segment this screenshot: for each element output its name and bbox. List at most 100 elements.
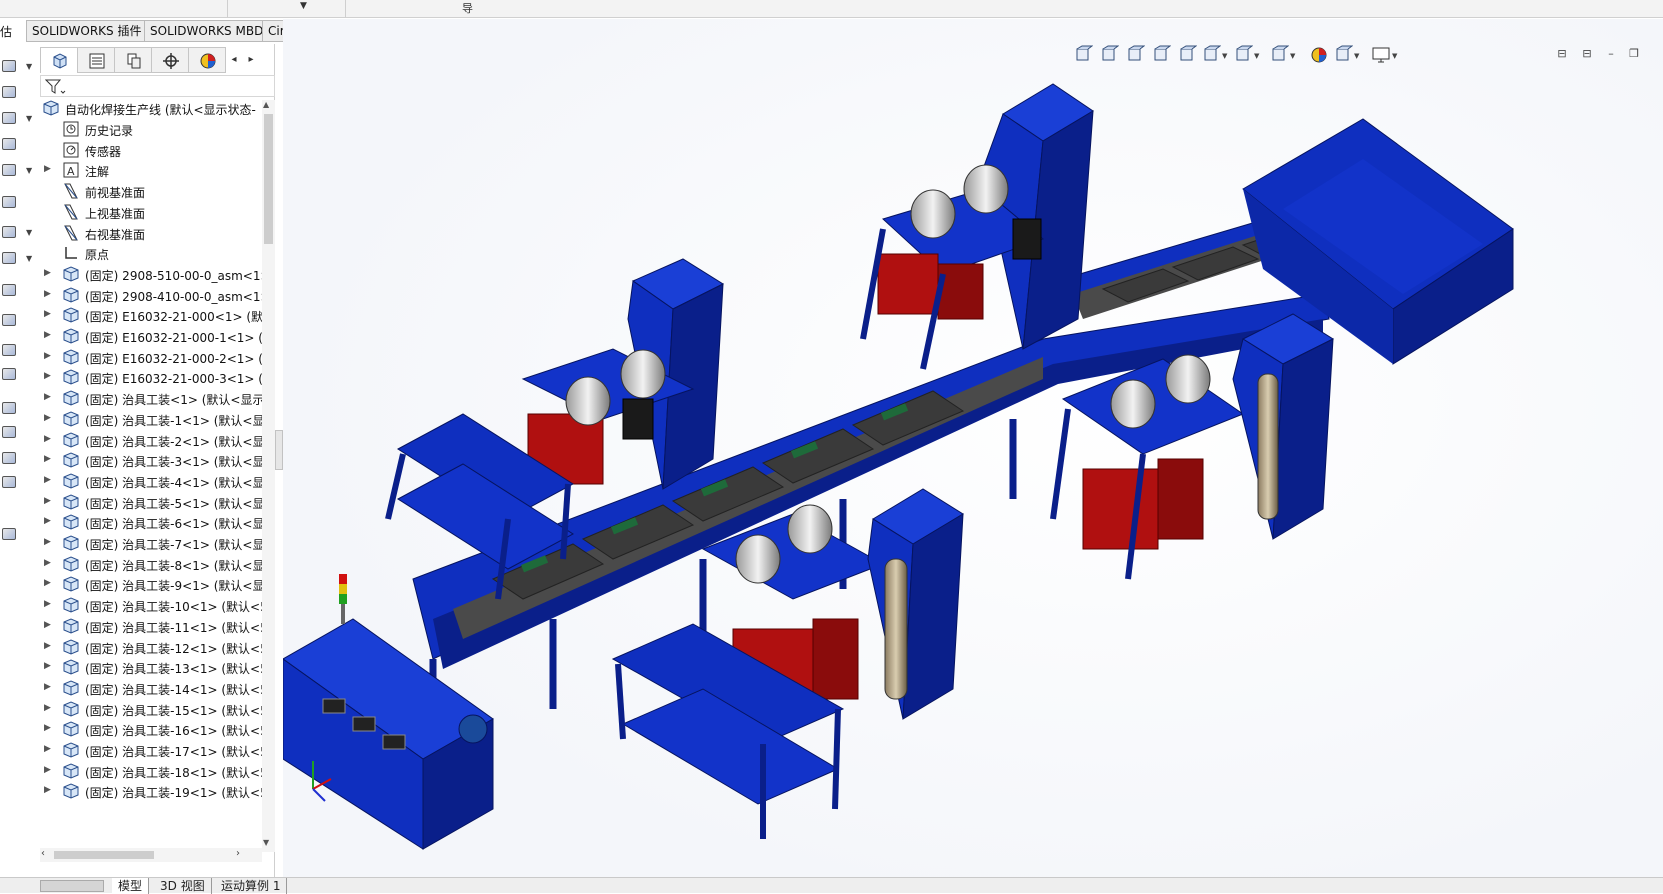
- expand-arrow-icon[interactable]: ▶: [44, 164, 54, 174]
- panel-splitter[interactable]: [275, 430, 283, 470]
- tree-item[interactable]: 历史记录: [40, 119, 262, 140]
- expand-arrow-icon[interactable]: ▶: [44, 744, 54, 754]
- tree-item[interactable]: ▶ (固定) 治具工装-15<1> (默认<5: [40, 699, 262, 720]
- smart-fasteners-icon[interactable]: [0, 162, 20, 178]
- tree-item[interactable]: ▶ (固定) 2908-410-00-0_asm<1>: [40, 285, 262, 306]
- tab-scroll-buttons[interactable]: [40, 880, 104, 892]
- display-style-icon[interactable]: [1233, 45, 1255, 65]
- tab-solidworks-addins[interactable]: SOLIDWORKS 插件: [26, 20, 148, 42]
- tree-item[interactable]: ▶ (固定) 治具工装-18<1> (默认<5: [40, 761, 262, 782]
- zoom-to-fit-icon[interactable]: [1073, 45, 1095, 65]
- tile-right-icon[interactable]: ⊟: [1580, 47, 1594, 61]
- tab-configuration-manager[interactable]: [114, 47, 152, 73]
- edit-appearance-icon[interactable]: [1309, 45, 1331, 65]
- minimize-icon[interactable]: –: [1604, 47, 1618, 61]
- mate-icon[interactable]: [0, 84, 20, 100]
- linear-pattern-icon[interactable]: [0, 136, 20, 152]
- scroll-up-icon[interactable]: ▲: [263, 100, 269, 109]
- expand-arrow-icon[interactable]: ▶: [44, 703, 54, 713]
- expand-arrow-icon[interactable]: ▶: [44, 496, 54, 506]
- tree-item[interactable]: ▶ (固定) 治具工装-13<1> (默认<5: [40, 657, 262, 678]
- zoom-to-area-icon[interactable]: [1099, 45, 1121, 65]
- dropdown-arrow-icon[interactable]: ▼: [26, 254, 32, 263]
- assembly-command-icon[interactable]: [0, 58, 20, 74]
- tab-property-manager[interactable]: [77, 47, 115, 73]
- tree-item[interactable]: ▶ (固定) 治具工装-5<1> (默认<显: [40, 492, 262, 513]
- dynamic-annotation-icon[interactable]: [1177, 45, 1199, 65]
- expand-arrow-icon[interactable]: ▶: [44, 682, 54, 692]
- dropdown-arrow-icon[interactable]: ▼: [1392, 52, 1400, 72]
- tree-item[interactable]: ▶ (固定) 治具工装-12<1> (默认<5: [40, 637, 262, 658]
- tree-item[interactable]: 前视基准面: [40, 181, 262, 202]
- view-orientation-icon[interactable]: [1201, 45, 1223, 65]
- hole-alignment-icon[interactable]: [0, 450, 20, 466]
- expand-arrow-icon[interactable]: ▶: [44, 620, 54, 630]
- tab-display-manager[interactable]: [188, 47, 226, 73]
- tree-item[interactable]: ▶ (固定) 治具工装-4<1> (默认<显: [40, 471, 262, 492]
- dropdown-arrow-icon[interactable]: ▼: [26, 114, 32, 123]
- tree-item[interactable]: ▶ (固定) E16032-21-000-2<1> (默: [40, 347, 262, 368]
- dropdown-arrow-icon[interactable]: ▼: [1254, 52, 1262, 72]
- expand-arrow-icon[interactable]: ▶: [44, 392, 54, 402]
- bill-of-materials-icon[interactable]: [0, 342, 20, 358]
- dropdown-arrow-icon[interactable]: ▼: [26, 62, 32, 71]
- expand-arrow-icon[interactable]: ▶: [44, 661, 54, 671]
- tree-item[interactable]: ▶ (固定) 治具工装-6<1> (默认<显: [40, 512, 262, 533]
- graphics-area[interactable]: ▼ ▼ ▼ ▼ ▼ ⊟ ⊟ – ❐: [282, 19, 1663, 877]
- scrollbar-thumb[interactable]: [54, 851, 154, 859]
- scroll-left-icon[interactable]: ◂: [226, 51, 242, 69]
- expand-arrow-icon[interactable]: ▶: [44, 289, 54, 299]
- toolbar-segment[interactable]: [228, 0, 346, 18]
- expand-arrow-icon[interactable]: ▶: [44, 516, 54, 526]
- tree-item[interactable]: 原点: [40, 243, 262, 264]
- reference-geometry-icon[interactable]: [0, 282, 20, 298]
- dropdown-arrow-icon[interactable]: ▼: [26, 166, 32, 175]
- tree-item[interactable]: 上视基准面: [40, 202, 262, 223]
- move-component-icon[interactable]: [0, 194, 20, 210]
- restore-icon[interactable]: ❐: [1627, 47, 1641, 61]
- tile-left-icon[interactable]: ⊟: [1555, 47, 1569, 61]
- show-hidden-icon[interactable]: [0, 224, 20, 240]
- tree-horizontal-scrollbar[interactable]: ‹ ›: [40, 848, 262, 862]
- expand-arrow-icon[interactable]: ▶: [44, 268, 54, 278]
- tree-item[interactable]: ▶ (固定) 治具工装-14<1> (默认<5: [40, 678, 262, 699]
- tree-root-assembly[interactable]: 自动化焊接生产线 (默认<显示状态-: [40, 98, 262, 119]
- tree-vertical-scrollbar[interactable]: ▲ ▼: [262, 100, 275, 852]
- section-view-icon[interactable]: [1151, 45, 1173, 65]
- instant3d-icon[interactable]: [0, 474, 20, 490]
- assembly-features-icon[interactable]: [0, 250, 20, 266]
- expand-arrow-icon[interactable]: ▶: [44, 330, 54, 340]
- tree-item[interactable]: ▶ (固定) 治具工装-11<1> (默认<5: [40, 616, 262, 637]
- scroll-right-icon[interactable]: ▸: [243, 51, 259, 69]
- tree-item[interactable]: ▶ (固定) 2908-510-00-0_asm<1>: [40, 264, 262, 285]
- expand-arrow-icon[interactable]: ▶: [44, 723, 54, 733]
- expand-arrow-icon[interactable]: ▶: [44, 641, 54, 651]
- expand-arrow-icon[interactable]: ▶: [44, 454, 54, 464]
- tab-3d-views[interactable]: 3D 视图: [154, 878, 212, 894]
- scroll-left-icon[interactable]: ‹: [41, 848, 45, 859]
- tree-item[interactable]: 传感器: [40, 140, 262, 161]
- tree-item[interactable]: ▶ (固定) 治具工装-3<1> (默认<显: [40, 450, 262, 471]
- expand-arrow-icon[interactable]: ▶: [44, 558, 54, 568]
- tab-dimxpert-manager[interactable]: [151, 47, 189, 73]
- scrollbar-thumb[interactable]: [264, 114, 273, 244]
- tab-solidworks-mbd[interactable]: SOLIDWORKS MBD: [144, 20, 270, 42]
- expand-arrow-icon[interactable]: ▶: [44, 413, 54, 423]
- tree-item[interactable]: ▶ (固定) E16032-21-000-1<1> (默: [40, 326, 262, 347]
- toolbar-segment[interactable]: [0, 0, 228, 18]
- tab-model[interactable]: 模型: [112, 878, 150, 894]
- dropdown-arrow-icon[interactable]: ▼: [300, 1, 307, 11]
- tree-item[interactable]: ▶ (固定) 治具工装-8<1> (默认<显: [40, 554, 262, 575]
- tree-filter[interactable]: [40, 75, 275, 97]
- expand-arrow-icon[interactable]: ▶: [44, 309, 54, 319]
- tree-item[interactable]: ▶ (固定) 治具工装-7<1> (默认<显: [40, 533, 262, 554]
- tree-item[interactable]: ▶ A 注解: [40, 160, 262, 181]
- dropdown-arrow-icon[interactable]: ▼: [1354, 52, 1362, 72]
- tree-item[interactable]: ▶ (固定) 治具工装-19<1> (默认<5: [40, 781, 262, 802]
- expand-arrow-icon[interactable]: ▶: [44, 785, 54, 795]
- tree-item[interactable]: ▶ (固定) E16032-21-000-3<1> (默: [40, 367, 262, 388]
- new-motion-study-icon[interactable]: [0, 312, 20, 328]
- tab-motion-study-1[interactable]: 运动算例 1: [215, 878, 288, 894]
- scroll-down-icon[interactable]: ▼: [263, 838, 269, 847]
- tree-item[interactable]: ▶ (固定) 治具工装-16<1> (默认<5: [40, 719, 262, 740]
